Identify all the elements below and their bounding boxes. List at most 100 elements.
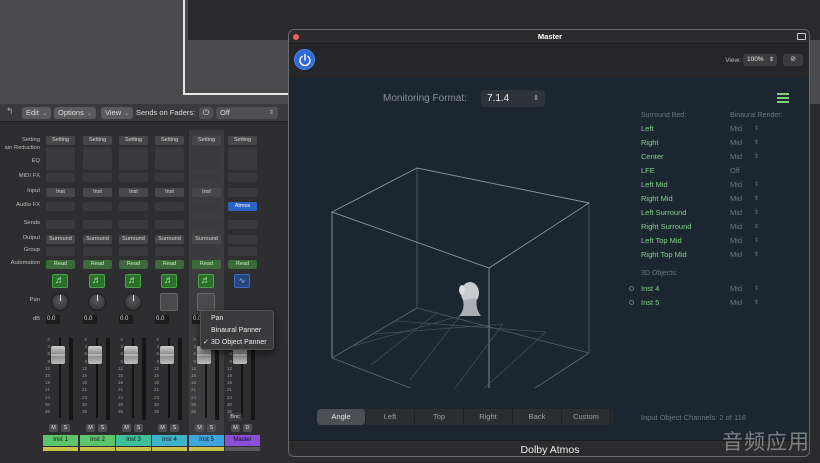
solo-button[interactable]: S bbox=[61, 424, 70, 432]
power-icon[interactable]: ⏻ bbox=[199, 107, 213, 119]
channel-strip[interactable]: Setting Inst Surround Read ♬ 0.0 0 3 6 9 12 15 18 21 2… bbox=[80, 130, 115, 451]
monitoring-format-select[interactable]: 7.1.4 ⇕ bbox=[481, 90, 545, 107]
mute-button[interactable]: M bbox=[49, 424, 58, 432]
volume-fader[interactable] bbox=[88, 346, 102, 364]
audio-fx-slot[interactable] bbox=[192, 202, 221, 211]
volume-db-readout[interactable]: 0.0 bbox=[83, 315, 97, 324]
channel-name[interactable]: Inst 1 bbox=[43, 435, 78, 446]
edit-menu[interactable]: Edit ⌄ bbox=[22, 107, 51, 119]
power-button[interactable] bbox=[294, 49, 315, 70]
tab-right[interactable]: Right bbox=[464, 409, 513, 425]
pan-knob[interactable] bbox=[51, 293, 69, 311]
updown-arrow-icon[interactable]: ⇕ bbox=[754, 251, 759, 258]
audio-fx-slot[interactable] bbox=[155, 202, 184, 211]
setting-button[interactable]: Setting bbox=[155, 136, 184, 145]
bounce-button[interactable]: Bnc bbox=[228, 413, 242, 421]
channel-strip[interactable]: Setting Inst Surround Read ♬ 0.0 0 3 6 9 12 15 18 21 2… bbox=[152, 130, 187, 451]
zoom-select[interactable]: 100% ⇕ bbox=[743, 54, 777, 66]
binaural-render-mode[interactable]: Mid bbox=[730, 222, 742, 231]
volume-db-readout[interactable]: 0.0 bbox=[119, 315, 133, 324]
solo-button[interactable]: S bbox=[98, 424, 107, 432]
menu-item-binaural-panner[interactable]: Binaural Panner bbox=[211, 325, 261, 336]
midi-fx-slot[interactable] bbox=[46, 173, 75, 182]
binaural-render-mode[interactable]: Mid bbox=[730, 250, 742, 259]
list-icon[interactable] bbox=[777, 93, 789, 103]
eq-display[interactable] bbox=[192, 156, 221, 170]
binaural-render-mode[interactable]: Mid bbox=[730, 124, 742, 133]
input-slot[interactable]: Inst bbox=[192, 188, 221, 197]
binaural-render-mode[interactable]: Mid bbox=[730, 138, 742, 147]
channel-strip[interactable]: Setting Inst Surround Read ♬ 0.0 0 3 6 9 12 15 18 21 2… bbox=[189, 130, 224, 451]
instrument-icon[interactable]: ♬ bbox=[198, 274, 214, 288]
channel-strip[interactable]: Setting Inst Surround Read ♬ 0.0 0 3 6 9 12 15 18 21 2… bbox=[116, 130, 151, 451]
eq-display[interactable] bbox=[155, 156, 184, 170]
audio-fx-slot[interactable]: Atmos bbox=[228, 202, 257, 211]
input-slot[interactable]: Inst bbox=[83, 188, 112, 197]
group-slot[interactable] bbox=[83, 247, 112, 256]
binaural-render-mode[interactable]: Mid bbox=[730, 236, 742, 245]
sends-slot[interactable] bbox=[46, 220, 75, 229]
pan-knob[interactable] bbox=[88, 293, 106, 311]
binaural-render-mode[interactable]: Mid bbox=[730, 180, 742, 189]
output-slot[interactable]: Surround bbox=[119, 235, 148, 244]
group-slot[interactable] bbox=[46, 247, 75, 256]
channel-strip[interactable]: Setting Inst Surround Read ♬ 0.0 0 3 6 9 12 15 18 21 2… bbox=[43, 130, 78, 451]
channel-name[interactable]: Inst 2 bbox=[80, 435, 115, 446]
audio-fx-slot[interactable] bbox=[83, 202, 112, 211]
mute-button[interactable]: M bbox=[86, 424, 95, 432]
updown-arrow-icon[interactable]: ⇕ bbox=[754, 237, 759, 244]
updown-arrow-icon[interactable]: ⇕ bbox=[754, 153, 759, 160]
pan-knob[interactable] bbox=[124, 293, 142, 311]
group-slot[interactable] bbox=[228, 247, 257, 256]
setting-button[interactable]: Setting bbox=[119, 136, 148, 145]
setting-button[interactable]: Setting bbox=[83, 136, 112, 145]
channel-name[interactable]: Inst 3 bbox=[116, 435, 151, 446]
waveform-icon[interactable]: ∿ bbox=[234, 274, 250, 288]
mute-button[interactable]: M bbox=[122, 424, 131, 432]
tab-custom[interactable]: Custom bbox=[562, 409, 611, 425]
binaural-render-mode[interactable]: Mid bbox=[730, 208, 742, 217]
sends-slot[interactable] bbox=[83, 220, 112, 229]
setting-button[interactable]: Setting bbox=[46, 136, 75, 145]
automation-mode-button[interactable]: Read bbox=[83, 260, 112, 269]
tab-top[interactable]: Top bbox=[415, 409, 464, 425]
volume-fader[interactable] bbox=[51, 346, 65, 364]
setting-button[interactable]: Setting bbox=[192, 136, 221, 145]
binaural-render-mode[interactable]: Mid bbox=[730, 152, 742, 161]
group-slot[interactable] bbox=[119, 247, 148, 256]
updown-arrow-icon[interactable]: ⇕ bbox=[754, 285, 759, 292]
eq-display[interactable] bbox=[83, 156, 112, 170]
automation-mode-button[interactable]: Read bbox=[46, 260, 75, 269]
channel-name[interactable]: Master bbox=[225, 435, 260, 446]
channel-name[interactable]: Inst 4 bbox=[152, 435, 187, 446]
output-slot[interactable]: Surround bbox=[155, 235, 184, 244]
3d-object-panner-button[interactable] bbox=[197, 293, 215, 311]
input-slot[interactable] bbox=[228, 188, 257, 197]
binaural-render-mode[interactable]: Mid bbox=[730, 284, 742, 293]
eq-display[interactable] bbox=[46, 156, 75, 170]
sends-on-faders-select[interactable]: Off ⇕ bbox=[216, 107, 278, 119]
updown-arrow-icon[interactable]: ⇕ bbox=[754, 181, 759, 188]
output-slot[interactable]: Surround bbox=[46, 235, 75, 244]
output-slot[interactable] bbox=[228, 235, 257, 244]
instrument-icon[interactable]: ♬ bbox=[161, 274, 177, 288]
eq-display[interactable] bbox=[119, 156, 148, 170]
instrument-icon[interactable]: ♬ bbox=[52, 274, 68, 288]
mute-button[interactable]: M bbox=[231, 424, 240, 432]
midi-fx-slot[interactable] bbox=[192, 173, 221, 182]
midi-fx-slot[interactable] bbox=[119, 173, 148, 182]
sends-slot[interactable] bbox=[228, 220, 257, 229]
output-slot[interactable]: Surround bbox=[83, 235, 112, 244]
instrument-icon[interactable]: ♬ bbox=[125, 274, 141, 288]
dim-button[interactable]: D bbox=[243, 424, 252, 432]
solo-button[interactable]: S bbox=[207, 424, 216, 432]
volume-fader[interactable] bbox=[124, 346, 138, 364]
solo-button[interactable]: S bbox=[170, 424, 179, 432]
mute-button[interactable]: M bbox=[195, 424, 204, 432]
automation-mode-button[interactable]: Read bbox=[192, 260, 221, 269]
midi-fx-slot[interactable] bbox=[228, 173, 257, 182]
menu-item-pan[interactable]: Pan bbox=[211, 313, 223, 324]
binaural-render-mode[interactable]: Mid bbox=[730, 298, 742, 307]
channel-strip[interactable]: SettingAtmosRead∿0.0036912151821243035Bn… bbox=[225, 130, 260, 451]
input-slot[interactable]: Inst bbox=[155, 188, 184, 197]
